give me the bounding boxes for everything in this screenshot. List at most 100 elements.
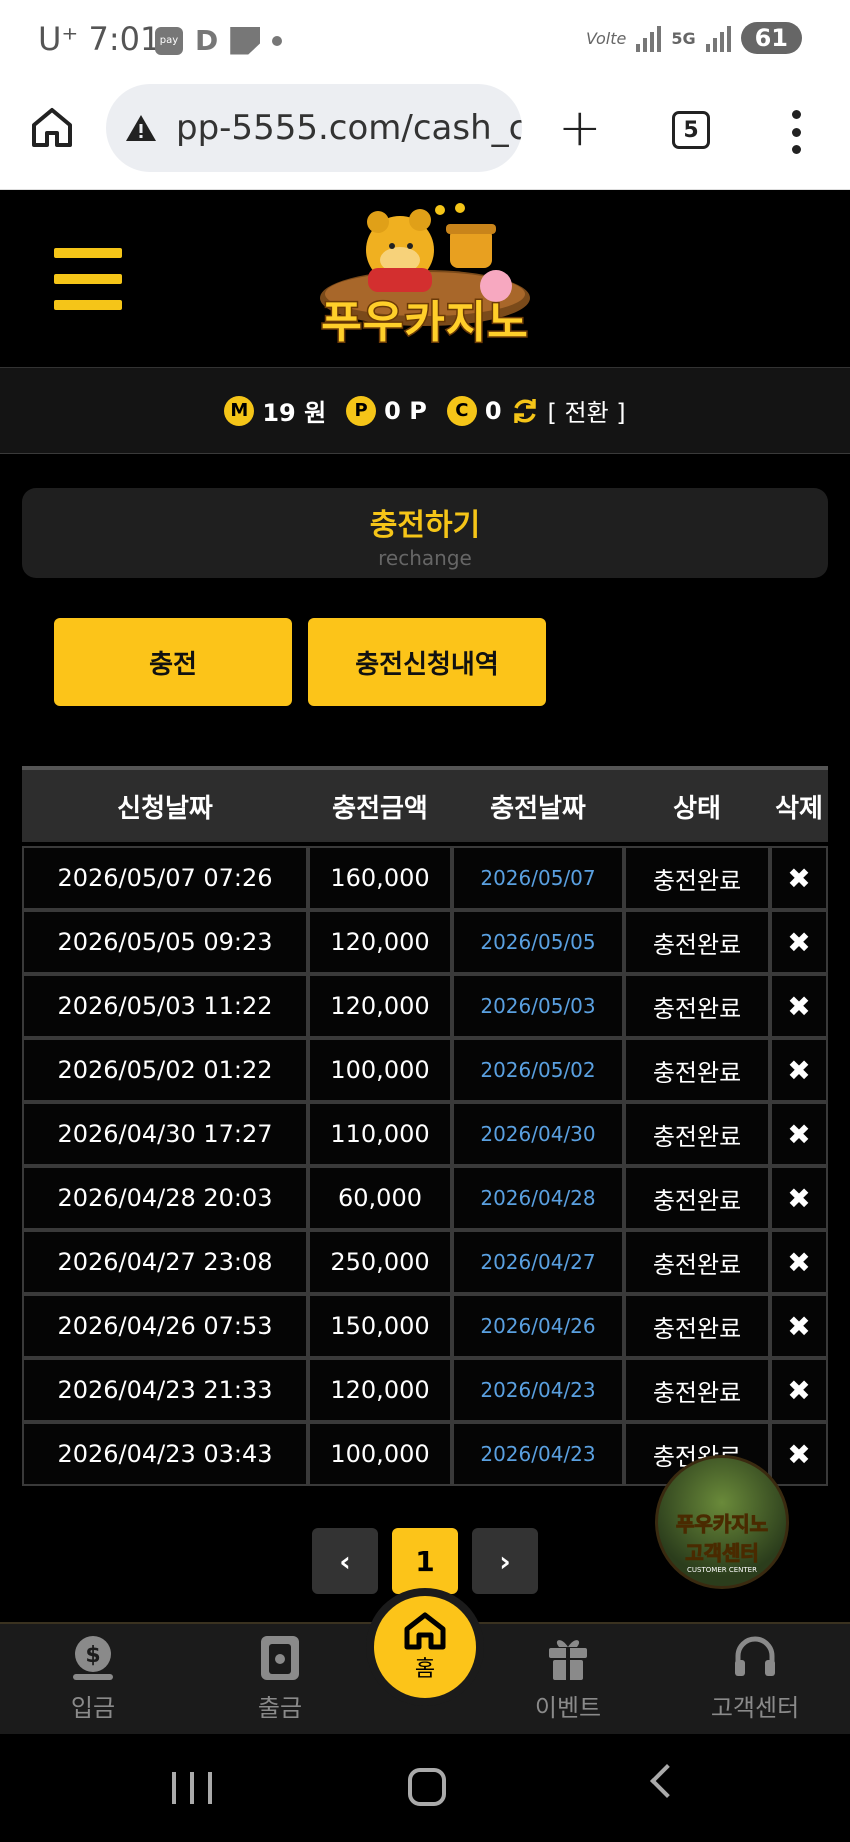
table-body: 2026/05/07 07:26 160,000 2026/05/07 충전완료…: [22, 842, 828, 1486]
coin-value: 0: [484, 396, 502, 425]
section-title-panel: 충전하기 rechange: [22, 488, 828, 578]
battery-icon: 61: [740, 22, 802, 54]
delete-icon[interactable]: ✖: [770, 974, 828, 1038]
cc-float-subtitle: 고객센터: [685, 1541, 760, 1566]
tab-switcher-button[interactable]: 5: [672, 111, 710, 149]
clock: 7:01: [88, 20, 161, 58]
recent-apps-icon[interactable]: [172, 1772, 212, 1804]
home-icon: [404, 1612, 446, 1650]
money-balance: M 19 원: [224, 393, 326, 428]
next-page-button[interactable]: ›: [472, 1528, 538, 1594]
new-tab-icon[interactable]: +: [558, 98, 602, 158]
notification-icons: pay D: [155, 24, 283, 57]
network-type-icon: 5G: [671, 28, 696, 48]
charge-history-button[interactable]: 충전신청내역: [308, 618, 546, 706]
table-row: 2026/05/05 09:23 120,000 2026/05/05 충전완료…: [22, 910, 828, 974]
url-text: pp-5555.com/cash_c: [176, 108, 522, 148]
nav-support[interactable]: 고객센터: [690, 1634, 820, 1723]
delete-icon[interactable]: ✖: [770, 1102, 828, 1166]
amount-cell: 250,000: [308, 1230, 452, 1294]
charge-date-cell: 2026/04/27: [452, 1230, 624, 1294]
table-row: 2026/04/26 07:53 150,000 2026/04/26 충전완료…: [22, 1294, 828, 1358]
convert-button[interactable]: [ 전환 ]: [548, 393, 626, 428]
prev-page-button[interactable]: ‹: [312, 1528, 378, 1594]
table-header-row: 신청날짜 충전금액 충전날짜 상태 삭제: [22, 766, 828, 842]
request-date-cell: 2026/04/23 21:33: [22, 1358, 308, 1422]
nav-event[interactable]: 이벤트: [503, 1634, 633, 1723]
refresh-icon[interactable]: [510, 396, 540, 426]
request-date-cell: 2026/05/03 11:22: [22, 974, 308, 1038]
site-logo[interactable]: 푸우카지노: [300, 198, 550, 358]
nav-withdraw[interactable]: 출금: [215, 1634, 345, 1723]
note-icon: [230, 26, 261, 55]
carrier-label: U⁺: [38, 20, 79, 58]
status-cell: 충전완료: [624, 1166, 770, 1230]
system-home-icon[interactable]: [408, 1768, 446, 1806]
amount-cell: 120,000: [308, 1358, 452, 1422]
url-bar[interactable]: pp-5555.com/cash_c: [106, 84, 522, 172]
request-date-cell: 2026/05/05 09:23: [22, 910, 308, 974]
system-indicators: Volte 5G 61: [586, 22, 802, 54]
dollar-coin-icon: $: [73, 1636, 113, 1680]
nav-support-label: 고객센터: [710, 1694, 800, 1722]
page-1-button[interactable]: 1: [392, 1528, 458, 1594]
delete-icon[interactable]: ✖: [770, 846, 828, 910]
amount-cell: 150,000: [308, 1294, 452, 1358]
d-app-icon: D: [195, 24, 219, 57]
system-navigation-bar: [0, 1734, 850, 1842]
charge-button[interactable]: 충전: [54, 618, 292, 706]
delete-icon[interactable]: ✖: [770, 1166, 828, 1230]
cc-float-english: CUSTOMER CENTER: [687, 1566, 757, 1574]
status-cell: 충전완료: [624, 1102, 770, 1166]
nav-deposit[interactable]: $ 입금: [28, 1634, 158, 1723]
charge-date-cell: 2026/05/03: [452, 974, 624, 1038]
pay-icon: pay: [155, 26, 183, 55]
browser-menu-icon[interactable]: [790, 110, 802, 154]
point-coin-icon: P: [346, 395, 377, 426]
back-icon[interactable]: [650, 1764, 684, 1798]
warning-icon[interactable]: [124, 113, 158, 143]
request-date-cell: 2026/04/23 03:43: [22, 1422, 308, 1486]
floating-customer-center-button[interactable]: 푸우카지노 고객센터 CUSTOMER CENTER: [655, 1455, 789, 1589]
money-value: 19 원: [262, 399, 327, 427]
delete-icon[interactable]: ✖: [770, 1038, 828, 1102]
status-cell: 충전완료: [624, 1038, 770, 1102]
hamburger-menu-icon[interactable]: [54, 248, 122, 310]
cc-float-title: 푸우카지노: [676, 1512, 769, 1537]
more-notifications-icon: [272, 35, 283, 46]
page-subtitle: rechange: [378, 546, 472, 570]
signal-icon-2: [705, 24, 731, 52]
coin-balance: C 0 [ 전환 ]: [446, 393, 626, 428]
page-title: 충전하기: [369, 508, 481, 543]
nav-event-label: 이벤트: [534, 1694, 602, 1722]
col-request-date: 신청날짜: [22, 766, 308, 842]
delete-icon[interactable]: ✖: [770, 910, 828, 974]
charge-date-cell: 2026/04/26: [452, 1294, 624, 1358]
table-row: 2026/05/07 07:26 160,000 2026/05/07 충전완료…: [22, 846, 828, 910]
delete-icon[interactable]: ✖: [770, 1294, 828, 1358]
amount-cell: 60,000: [308, 1166, 452, 1230]
charge-date-cell: 2026/04/23: [452, 1358, 624, 1422]
browser-home-icon[interactable]: [30, 105, 74, 149]
amount-cell: 120,000: [308, 910, 452, 974]
delete-icon[interactable]: ✖: [770, 1230, 828, 1294]
amount-cell: 120,000: [308, 974, 452, 1038]
charge-date-cell: 2026/04/23: [452, 1422, 624, 1486]
table-row: 2026/04/28 20:03 60,000 2026/04/28 충전완료 …: [22, 1166, 828, 1230]
request-date-cell: 2026/04/27 23:08: [22, 1230, 308, 1294]
gift-icon: [549, 1640, 587, 1680]
col-delete: 삭제: [770, 766, 828, 842]
nav-home[interactable]: 홈: [374, 1596, 476, 1698]
delete-icon[interactable]: ✖: [770, 1422, 828, 1486]
charge-date-cell: 2026/05/05: [452, 910, 624, 974]
charge-date-cell: 2026/05/07: [452, 846, 624, 910]
charge-history-table: 신청날짜 충전금액 충전날짜 상태 삭제 2026/05/07 07:26 16…: [22, 766, 828, 1486]
volte-icon: Volte: [585, 28, 627, 48]
logo-text: 푸우카지노: [320, 296, 529, 350]
request-date-cell: 2026/05/07 07:26: [22, 846, 308, 910]
bottom-nav: $ 입금 출금 홈 이벤트 고객센터: [0, 1596, 850, 1734]
amount-cell: 100,000: [308, 1038, 452, 1102]
col-charge-date: 충전날짜: [452, 766, 624, 842]
delete-icon[interactable]: ✖: [770, 1358, 828, 1422]
point-balance: P 0 P: [346, 395, 427, 426]
